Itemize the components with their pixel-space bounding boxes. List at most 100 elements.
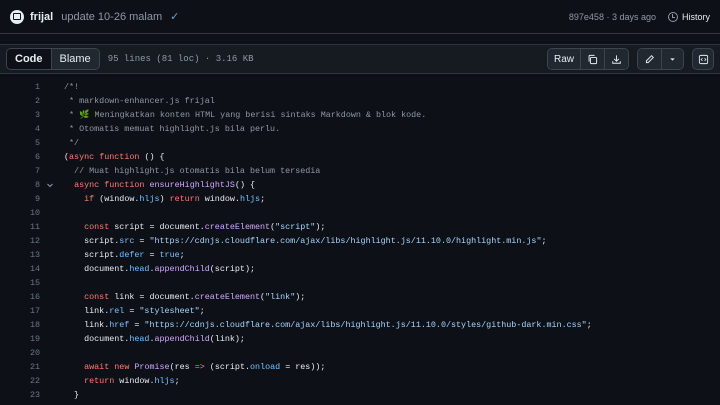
code-line[interactable]: 22 return window.hljs; xyxy=(0,374,720,388)
code-token: window. xyxy=(114,376,155,386)
line-number[interactable]: 18 xyxy=(0,318,40,332)
code-text: * Otomatis memuat highlight.js bila perl… xyxy=(64,122,280,136)
code-line[interactable]: 13 script.defer = true; xyxy=(0,248,720,262)
code-token: () { xyxy=(139,152,165,162)
edit-button[interactable] xyxy=(638,49,662,69)
code-text: document.head.appendChild(script); xyxy=(64,262,255,276)
code-line[interactable]: 10 xyxy=(0,206,720,220)
copy-button[interactable] xyxy=(581,49,605,69)
code-line[interactable]: 3 * 🌿 Meningkatkan konten HTML yang beri… xyxy=(0,108,720,122)
tab-code[interactable]: Code xyxy=(7,49,52,69)
line-number[interactable]: 11 xyxy=(0,220,40,234)
code-text: async function ensureHighlightJS() { xyxy=(64,178,255,192)
code-token: const xyxy=(84,222,110,232)
code-line[interactable]: 5 */ xyxy=(0,136,720,150)
code-line[interactable]: 1 /*! xyxy=(0,80,720,94)
code-token: head xyxy=(129,264,150,274)
line-number[interactable]: 21 xyxy=(0,360,40,374)
code-text: } xyxy=(64,388,79,402)
chevron-down-icon xyxy=(670,57,675,61)
line-number[interactable]: 13 xyxy=(0,248,40,262)
code-line[interactable]: 18 link.href = "https://cdnjs.cloudflare… xyxy=(0,318,720,332)
code-line[interactable]: 4 * Otomatis memuat highlight.js bila pe… xyxy=(0,122,720,136)
repo-avatar-icon[interactable] xyxy=(10,9,24,24)
line-number[interactable]: 6 xyxy=(0,150,40,164)
code-token: "https://cdnjs.cloudflare.com/ajax/libs/… xyxy=(144,320,587,330)
code-token: ; xyxy=(586,320,592,330)
code-token: * Otomatis memuat highlight.js bila perl… xyxy=(64,124,281,134)
code-line[interactable]: 17 link.rel = "stylesheet"; xyxy=(0,304,720,318)
code-line[interactable]: 14 document.head.appendChild(script); xyxy=(0,262,720,276)
code-token: ; xyxy=(174,376,180,386)
line-number[interactable]: 4 xyxy=(0,122,40,136)
code-token: function xyxy=(99,152,140,162)
code-token: * markdown-enhancer.js frijal xyxy=(64,96,215,106)
check-icon[interactable]: ✓ xyxy=(170,10,179,23)
code-line[interactable]: 2 * markdown-enhancer.js frijal xyxy=(0,94,720,108)
code-token: head xyxy=(129,334,150,344)
code-token: document. xyxy=(64,264,130,274)
code-line[interactable]: 19 document.head.appendChild(link); xyxy=(0,332,720,346)
line-number[interactable]: 5 xyxy=(0,136,40,150)
line-number[interactable]: 10 xyxy=(0,206,40,220)
line-number[interactable]: 19 xyxy=(0,332,40,346)
code-line[interactable]: 11 const script = document.createElement… xyxy=(0,220,720,234)
code-token: } xyxy=(64,390,80,400)
code-token: link. xyxy=(64,306,110,316)
line-number[interactable]: 16 xyxy=(0,290,40,304)
commit-meta[interactable]: 897e458 · 3 days ago xyxy=(569,12,656,22)
code-token: appendChild xyxy=(154,334,210,344)
line-number[interactable]: 17 xyxy=(0,304,40,318)
line-number[interactable]: 9 xyxy=(0,192,40,206)
code-line[interactable]: 21 await new Promise(res => (script.onlo… xyxy=(0,360,720,374)
commit-message[interactable]: update 10-26 malam xyxy=(61,11,162,23)
code-line[interactable]: 7 // Muat highlight.js otomatis bila bel… xyxy=(0,164,720,178)
raw-button[interactable]: Raw xyxy=(547,49,581,69)
code-token: window. xyxy=(199,194,240,204)
tab-blame[interactable]: Blame xyxy=(51,49,99,69)
line-number[interactable]: 23 xyxy=(0,388,40,402)
file-info: 95 lines (81 loc) · 3.16 KB xyxy=(107,54,254,64)
edit-menu-button[interactable] xyxy=(662,49,683,69)
fold-chevron-icon[interactable] xyxy=(46,178,54,192)
symbols-button[interactable] xyxy=(692,48,714,70)
line-number[interactable]: 14 xyxy=(0,262,40,276)
code-token: "script" xyxy=(275,222,316,232)
code-token: rel xyxy=(109,306,125,316)
line-number[interactable]: 22 xyxy=(0,374,40,388)
code-line[interactable]: 9 if (window.hljs) return window.hljs; xyxy=(0,192,720,206)
commit-author[interactable]: frijal xyxy=(30,11,53,23)
line-number[interactable]: 15 xyxy=(0,276,40,290)
code-token: "stylesheet" xyxy=(139,306,200,316)
code-token: href xyxy=(109,320,130,330)
line-number[interactable]: 8 xyxy=(0,178,40,192)
code-token: async xyxy=(69,152,95,162)
history-button[interactable]: History xyxy=(667,11,710,22)
code-token: (link); xyxy=(209,334,245,344)
code-line[interactable]: 23 } xyxy=(0,388,720,402)
history-label: History xyxy=(681,11,710,22)
line-number[interactable]: 2 xyxy=(0,94,40,108)
code-text: link.href = "https://cdnjs.cloudflare.co… xyxy=(64,318,592,332)
line-number[interactable]: 3 xyxy=(0,108,40,122)
code-text: link.rel = "stylesheet"; xyxy=(64,304,205,318)
code-line[interactable]: 20 xyxy=(0,346,720,360)
code-token: (script. xyxy=(204,362,251,372)
code-line[interactable]: 15 xyxy=(0,276,720,290)
line-number[interactable]: 20 xyxy=(0,346,40,360)
code-token: hljs xyxy=(239,194,261,204)
code-line[interactable]: 12 script.src = "https://cdnjs.cloudflar… xyxy=(0,234,720,248)
download-button[interactable] xyxy=(605,49,628,69)
code-view[interactable]: 1/*! 2 * markdown-enhancer.js frijal 3 * 🌿… xyxy=(0,76,720,405)
code-line[interactable]: 16 const link = document.createElement("… xyxy=(0,290,720,304)
raw-button-group: Raw xyxy=(546,48,629,70)
line-number[interactable]: 7 xyxy=(0,164,40,178)
line-number[interactable]: 1 xyxy=(0,80,40,94)
line-number[interactable]: 12 xyxy=(0,234,40,248)
code-line[interactable]: 6 (async function () { xyxy=(0,150,720,164)
code-token: ); xyxy=(295,292,306,302)
code-line[interactable]: 8 async function ensureHighlightJS() { xyxy=(0,178,720,192)
code-token: (res xyxy=(169,362,195,372)
